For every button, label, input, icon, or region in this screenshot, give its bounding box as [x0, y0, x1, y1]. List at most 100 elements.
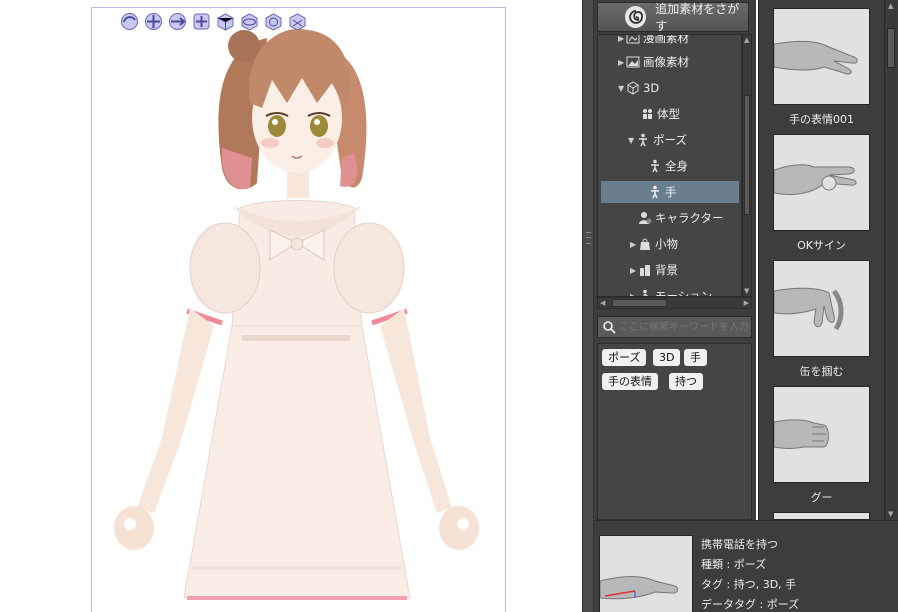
tree-item-hand[interactable]: 手 [601, 181, 739, 203]
motion-icon [643, 289, 649, 296]
camera-rotate-icon[interactable] [119, 11, 140, 32]
tree-item-pose[interactable]: ▼ ポーズ [628, 129, 687, 151]
tree-item-background[interactable]: ▶ 背景 [630, 259, 678, 281]
material-item[interactable]: 缶を掴む [773, 260, 870, 379]
scroll-thumb[interactable] [612, 299, 667, 307]
tree-item-label: 体型 [657, 107, 680, 121]
splitter-grip[interactable] [586, 232, 591, 244]
3d-character-figure[interactable] [92, 8, 506, 612]
object-rotate-y-icon[interactable] [239, 11, 260, 32]
swirl-icon [625, 6, 647, 28]
hand-figure-icon [651, 185, 659, 199]
material-thumbnail [773, 386, 870, 483]
canvas-area[interactable] [0, 0, 582, 612]
3d-manipulator-toolbar [119, 11, 308, 33]
material-caption: OKサイン [797, 239, 846, 252]
scroll-thumb[interactable] [887, 28, 895, 68]
scroll-up-arrow-icon[interactable]: ▲ [888, 2, 893, 10]
tree-item-label: 手 [665, 185, 677, 199]
tag-chip[interactable]: ポーズ [602, 349, 647, 366]
material-item[interactable]: OKサイン [773, 134, 870, 253]
material-thumbnail-list: 手の表情001 OKサイン 缶を掴む グー [758, 0, 898, 520]
tag-chip[interactable]: 手の表情 [602, 373, 658, 390]
tree-item-manga[interactable]: ▶ 漫画素材 [618, 34, 689, 49]
scroll-down-arrow-icon[interactable]: ▼ [744, 287, 749, 295]
tree-item-body-shape[interactable]: 体型 [640, 103, 680, 125]
material-item[interactable]: グー [773, 386, 870, 505]
scroll-down-arrow-icon[interactable]: ▼ [888, 510, 893, 518]
camera-pan-icon[interactable] [143, 11, 164, 32]
tree-item-label: モーション [655, 289, 713, 297]
material-caption: グー [810, 491, 833, 504]
thumbnail-scrollbar[interactable]: ▲ ▼ [884, 0, 897, 520]
tree-item-label: 3D [643, 81, 660, 95]
material-thumbnail [773, 8, 870, 105]
tree-item-label: 漫画素材 [643, 34, 689, 45]
find-more-materials-button[interactable]: 追加素材をさがす [597, 2, 749, 33]
material-item[interactable] [773, 512, 870, 520]
grab-can-image [773, 287, 844, 331]
material-tags: タグ : 持つ, 3D, 手 [701, 578, 797, 591]
material-data-tags: データタグ : ポーズ [701, 598, 800, 611]
tree-item-image[interactable]: ▶ 画像素材 [618, 51, 689, 73]
scroll-thumb[interactable] [744, 95, 750, 215]
object-move-icon[interactable] [191, 11, 212, 32]
hand-pose-image [773, 40, 858, 75]
tree-item-small-items[interactable]: ▶ 小物 [630, 233, 678, 255]
material-panel: 追加素材をさがす ▶ 漫画素材 ▶ 画像素材 ▼ 3D 体型 ▼ ポーズ 全身 … [594, 0, 756, 520]
search-input[interactable] [619, 321, 749, 333]
material-caption: 手の表情001 [789, 113, 854, 126]
panel-splitter[interactable] [582, 0, 594, 612]
camera-dolly-icon[interactable] [167, 11, 188, 32]
object-scale-icon[interactable] [287, 11, 308, 32]
tree-item-label: 画像素材 [643, 55, 689, 69]
building-icon [640, 265, 650, 276]
object-rotate-z-icon[interactable] [263, 11, 284, 32]
material-thumbnail [773, 512, 870, 520]
character-icon [639, 212, 652, 224]
expand-arrow-icon[interactable]: ▶ [618, 58, 626, 67]
tree-item-3d[interactable]: ▼ 3D [618, 77, 659, 99]
body-shape-icon [643, 109, 652, 119]
hand-holding-phone-image [600, 576, 679, 600]
tree-item-label: ポーズ [653, 133, 687, 147]
tag-chip[interactable]: 持つ [669, 373, 703, 390]
tree-horizontal-scrollbar[interactable]: ◀ ▶ [597, 297, 752, 309]
cube-icon [627, 81, 639, 95]
expand-arrow-icon[interactable]: ▶ [618, 35, 626, 43]
full-body-figure-icon [651, 159, 659, 173]
object-rotate-x-icon[interactable] [215, 11, 236, 32]
search-icon [603, 321, 616, 334]
image-material-icon [626, 56, 640, 68]
scroll-left-arrow-icon[interactable]: ◀ [600, 299, 605, 307]
find-more-materials-label: 追加素材をさがす [655, 2, 740, 33]
material-preview [599, 535, 693, 612]
ok-sign-image [773, 164, 857, 196]
expand-arrow-icon[interactable]: ▶ [630, 266, 638, 275]
tag-chip[interactable]: 手 [684, 349, 707, 366]
tree-vertical-scrollbar[interactable]: ▲ ▼ [742, 34, 752, 297]
collapse-arrow-icon[interactable]: ▼ [618, 84, 626, 93]
tree-item-label: 背景 [655, 263, 678, 277]
material-title: 携帯電話を持つ [701, 538, 778, 551]
collapse-arrow-icon[interactable]: ▼ [628, 136, 636, 145]
scroll-right-arrow-icon[interactable]: ▶ [744, 299, 749, 307]
material-info-panel: 携帯電話を持つ 種類 : ポーズ タグ : 持つ, 3D, 手 データタグ : … [594, 520, 898, 612]
tag-chip[interactable]: 3D [653, 349, 681, 366]
material-item[interactable]: 手の表情001 [773, 8, 870, 127]
material-tree: ▶ 漫画素材 ▶ 画像素材 ▼ 3D 体型 ▼ ポーズ 全身 手 キャラクター … [597, 34, 742, 297]
tree-item-label: 小物 [655, 237, 678, 251]
material-thumbnail [773, 134, 870, 231]
small-item-icon [640, 238, 650, 250]
material-thumbnail [773, 260, 870, 357]
expand-arrow-icon[interactable]: ▶ [630, 240, 638, 249]
scroll-up-arrow-icon[interactable]: ▲ [744, 36, 749, 44]
tree-item-label: 全身 [665, 159, 688, 173]
tree-item-motion[interactable]: ▶ モーション [630, 285, 713, 297]
material-caption: 缶を掴む [799, 365, 844, 378]
material-kind: 種類 : ポーズ [701, 558, 767, 571]
manga-material-icon [626, 35, 640, 44]
keyword-search-box[interactable] [597, 316, 752, 338]
tree-item-full-body[interactable]: 全身 [648, 155, 688, 177]
tree-item-character[interactable]: キャラクター [638, 207, 724, 229]
